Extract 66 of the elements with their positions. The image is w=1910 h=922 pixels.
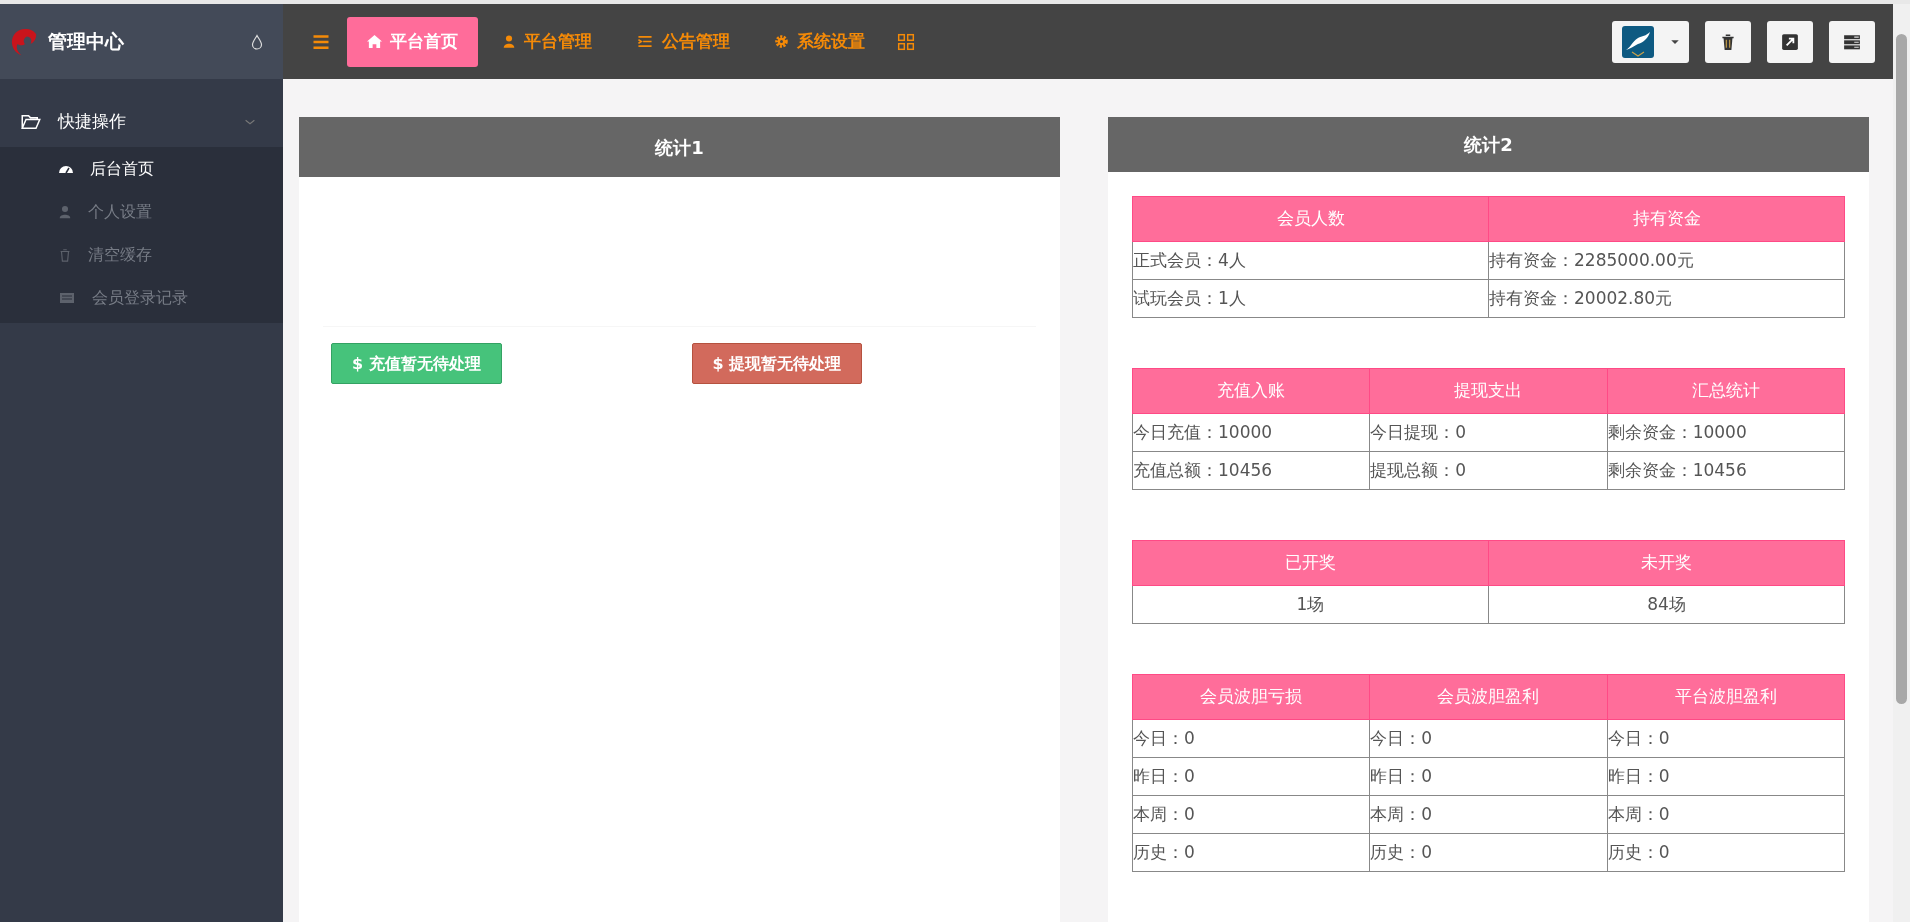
table-cell: 充值总额：10456 [1132, 451, 1370, 490]
status-button[interactable]: $ 提现暂无待处理 [691, 343, 863, 384]
table-cell: 提现总额：0 [1369, 451, 1608, 490]
column-header: 平台波胆盈利 [1607, 674, 1845, 720]
table-cell: 今日提现：0 [1369, 413, 1608, 452]
table-cell: 今日：0 [1369, 719, 1608, 758]
nav-tab[interactable]: 平台管理 [482, 16, 612, 67]
nav-tab[interactable]: 公告管理 [616, 16, 750, 67]
column-header: 会员波胆盈利 [1369, 674, 1608, 720]
user-icon [502, 34, 516, 49]
folder-icon [20, 112, 42, 132]
menu-group[interactable]: 快捷操作 [0, 97, 283, 147]
column-header: 会员波胆亏损 [1132, 674, 1370, 720]
table-cell: 今日：0 [1132, 719, 1370, 758]
column-header: 提现支出 [1369, 368, 1608, 414]
table-cell: 剩余资金：10456 [1607, 451, 1845, 490]
column-header: 充值入账 [1132, 368, 1370, 414]
menu-item[interactable]: 个人设置 [0, 190, 283, 233]
menu-item[interactable]: 清空缓存 [0, 233, 283, 276]
column-header: 会员人数 [1132, 196, 1489, 242]
table-cell: 历史：0 [1132, 833, 1370, 872]
table-cell: 本周：0 [1607, 795, 1845, 834]
column-header: 已开奖 [1132, 540, 1489, 586]
table-cell: 持有资金：20002.80元 [1488, 279, 1845, 318]
settings-panel-button[interactable] [1829, 20, 1875, 63]
trash-icon [58, 246, 72, 263]
table-cell: 历史：0 [1369, 833, 1608, 872]
menu-item[interactable]: 后台首页 [0, 147, 283, 190]
user-menu-button[interactable] [1612, 20, 1689, 63]
table-cell: 本周：0 [1132, 795, 1370, 834]
table-cell: 历史：0 [1607, 833, 1845, 872]
grid-icon[interactable] [897, 32, 915, 51]
table-cell: 今日：0 [1607, 719, 1845, 758]
user-icon [58, 203, 72, 220]
table-cell: 本周：0 [1369, 795, 1608, 834]
arrow-out-icon [1781, 32, 1799, 51]
table-cell: 持有资金：2285000.00元 [1488, 241, 1845, 280]
table-cell: 昨日：0 [1607, 757, 1845, 796]
nav-tab[interactable]: 系统设置 [754, 16, 885, 67]
status-button[interactable]: $ 充值暂无待处理 [331, 343, 502, 384]
menu-item[interactable]: 会员登录记录 [0, 276, 283, 319]
nav-tab[interactable]: 平台首页 [347, 16, 478, 67]
gear-icon [774, 34, 789, 49]
table-cell: 今日充值：10000 [1132, 413, 1370, 452]
column-header: 未开奖 [1488, 540, 1845, 586]
menu-group-label: 快捷操作 [58, 110, 127, 134]
table-cell: 84场 [1488, 585, 1845, 624]
column-header: 汇总统计 [1607, 368, 1845, 414]
column-header: 持有资金 [1488, 196, 1845, 242]
brand-title: 管理中心 [48, 29, 125, 55]
indent-list-icon [636, 34, 654, 49]
table-cell: 正式会员：4人 [1132, 241, 1489, 280]
clear-cache-button[interactable] [1705, 20, 1751, 63]
panel-title: 统计1 [299, 117, 1060, 177]
server-icon [1843, 32, 1861, 51]
scrollbar[interactable] [1893, 4, 1910, 922]
panel-title: 统计2 [1108, 117, 1869, 172]
table-cell: 1场 [1132, 585, 1489, 624]
table-cell: 昨日：0 [1369, 757, 1608, 796]
table-cell: 昨日：0 [1132, 757, 1370, 796]
home-icon [367, 34, 382, 49]
table-cell: 试玩会员：1人 [1132, 279, 1489, 318]
fullscreen-button[interactable] [1767, 20, 1813, 63]
scrollbar-thumb[interactable] [1896, 34, 1907, 704]
table-cell: 剩余资金：10000 [1607, 413, 1845, 452]
trash-icon [1719, 32, 1737, 51]
